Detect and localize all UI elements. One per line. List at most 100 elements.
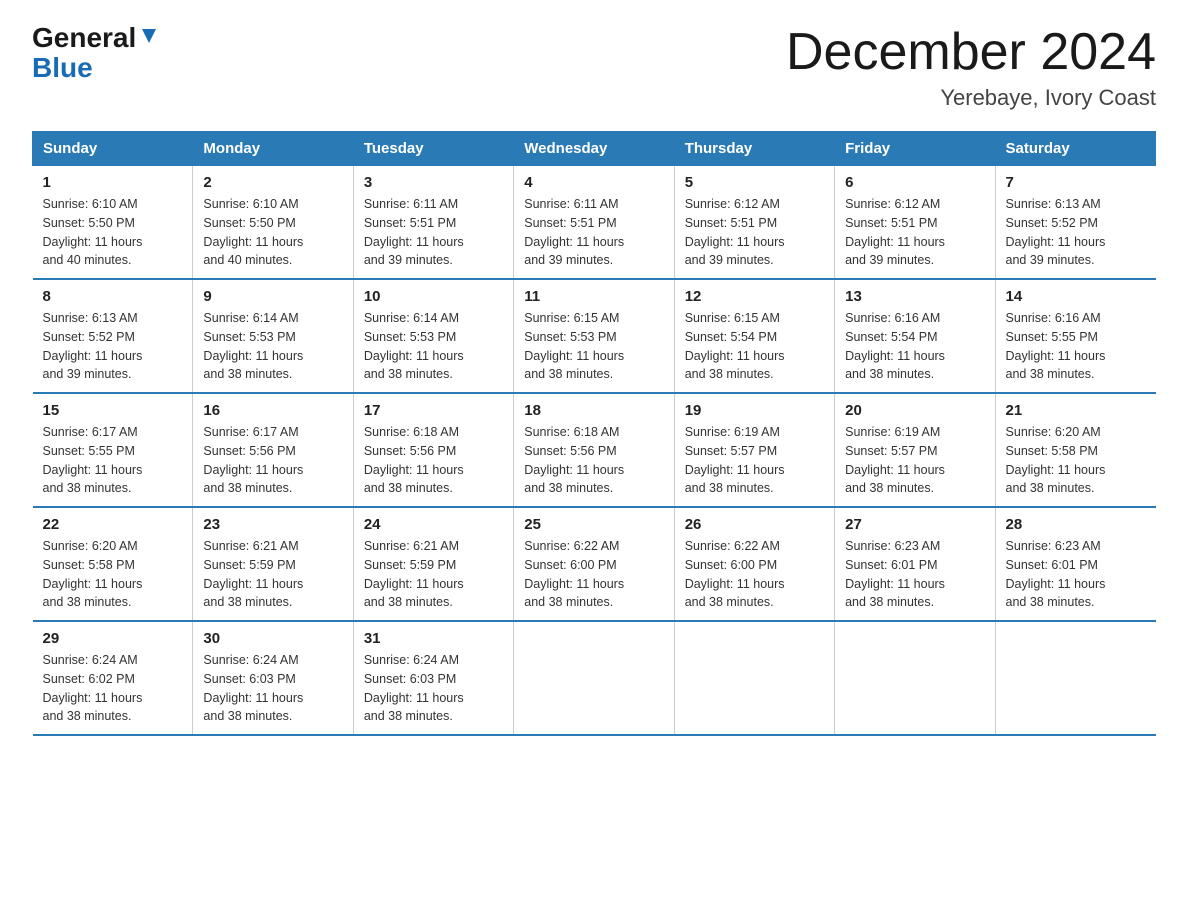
day-number: 22 — [43, 516, 183, 533]
col-thursday: Thursday — [674, 132, 834, 166]
table-row: 14 Sunrise: 6:16 AM Sunset: 5:55 PM Dayl… — [995, 279, 1155, 393]
table-row — [995, 621, 1155, 735]
logo-part1: General — [32, 24, 136, 52]
day-number: 15 — [43, 402, 183, 419]
day-number: 6 — [845, 174, 984, 191]
col-friday: Friday — [835, 132, 995, 166]
day-info: Sunrise: 6:20 AM Sunset: 5:58 PM Dayligh… — [1006, 423, 1146, 498]
title-block: December 2024 Yerebaye, Ivory Coast — [786, 24, 1156, 111]
table-row: 1 Sunrise: 6:10 AM Sunset: 5:50 PM Dayli… — [33, 166, 193, 280]
day-number: 26 — [685, 516, 824, 533]
table-row: 16 Sunrise: 6:17 AM Sunset: 5:56 PM Dayl… — [193, 393, 353, 507]
calendar-header-row: Sunday Monday Tuesday Wednesday Thursday… — [33, 132, 1156, 166]
day-info: Sunrise: 6:21 AM Sunset: 5:59 PM Dayligh… — [203, 537, 342, 612]
day-number: 24 — [364, 516, 503, 533]
day-number: 12 — [685, 288, 824, 305]
calendar-table: Sunday Monday Tuesday Wednesday Thursday… — [32, 131, 1156, 736]
day-info: Sunrise: 6:23 AM Sunset: 6:01 PM Dayligh… — [845, 537, 984, 612]
table-row: 13 Sunrise: 6:16 AM Sunset: 5:54 PM Dayl… — [835, 279, 995, 393]
table-row: 10 Sunrise: 6:14 AM Sunset: 5:53 PM Dayl… — [353, 279, 513, 393]
table-row: 4 Sunrise: 6:11 AM Sunset: 5:51 PM Dayli… — [514, 166, 674, 280]
day-number: 28 — [1006, 516, 1146, 533]
col-monday: Monday — [193, 132, 353, 166]
day-number: 27 — [845, 516, 984, 533]
day-info: Sunrise: 6:22 AM Sunset: 6:00 PM Dayligh… — [685, 537, 824, 612]
day-number: 4 — [524, 174, 663, 191]
day-info: Sunrise: 6:15 AM Sunset: 5:54 PM Dayligh… — [685, 309, 824, 384]
day-info: Sunrise: 6:13 AM Sunset: 5:52 PM Dayligh… — [1006, 195, 1146, 270]
day-info: Sunrise: 6:14 AM Sunset: 5:53 PM Dayligh… — [364, 309, 503, 384]
logo-part2: Blue — [32, 54, 93, 82]
table-row: 2 Sunrise: 6:10 AM Sunset: 5:50 PM Dayli… — [193, 166, 353, 280]
table-row: 15 Sunrise: 6:17 AM Sunset: 5:55 PM Dayl… — [33, 393, 193, 507]
calendar-week-row: 29 Sunrise: 6:24 AM Sunset: 6:02 PM Dayl… — [33, 621, 1156, 735]
table-row: 23 Sunrise: 6:21 AM Sunset: 5:59 PM Dayl… — [193, 507, 353, 621]
day-number: 1 — [43, 174, 183, 191]
table-row: 21 Sunrise: 6:20 AM Sunset: 5:58 PM Dayl… — [995, 393, 1155, 507]
day-info: Sunrise: 6:17 AM Sunset: 5:56 PM Dayligh… — [203, 423, 342, 498]
day-number: 16 — [203, 402, 342, 419]
day-info: Sunrise: 6:19 AM Sunset: 5:57 PM Dayligh… — [685, 423, 824, 498]
day-number: 14 — [1006, 288, 1146, 305]
day-info: Sunrise: 6:24 AM Sunset: 6:02 PM Dayligh… — [43, 651, 183, 726]
calendar-week-row: 1 Sunrise: 6:10 AM Sunset: 5:50 PM Dayli… — [33, 166, 1156, 280]
calendar-title: December 2024 — [786, 24, 1156, 81]
table-row: 29 Sunrise: 6:24 AM Sunset: 6:02 PM Dayl… — [33, 621, 193, 735]
day-number: 13 — [845, 288, 984, 305]
table-row: 8 Sunrise: 6:13 AM Sunset: 5:52 PM Dayli… — [33, 279, 193, 393]
day-number: 10 — [364, 288, 503, 305]
table-row: 20 Sunrise: 6:19 AM Sunset: 5:57 PM Dayl… — [835, 393, 995, 507]
day-number: 7 — [1006, 174, 1146, 191]
table-row: 25 Sunrise: 6:22 AM Sunset: 6:00 PM Dayl… — [514, 507, 674, 621]
calendar-week-row: 22 Sunrise: 6:20 AM Sunset: 5:58 PM Dayl… — [33, 507, 1156, 621]
day-info: Sunrise: 6:13 AM Sunset: 5:52 PM Dayligh… — [43, 309, 183, 384]
day-info: Sunrise: 6:14 AM Sunset: 5:53 PM Dayligh… — [203, 309, 342, 384]
day-info: Sunrise: 6:10 AM Sunset: 5:50 PM Dayligh… — [43, 195, 183, 270]
day-number: 25 — [524, 516, 663, 533]
day-info: Sunrise: 6:23 AM Sunset: 6:01 PM Dayligh… — [1006, 537, 1146, 612]
table-row: 3 Sunrise: 6:11 AM Sunset: 5:51 PM Dayli… — [353, 166, 513, 280]
day-number: 31 — [364, 630, 503, 647]
table-row: 9 Sunrise: 6:14 AM Sunset: 5:53 PM Dayli… — [193, 279, 353, 393]
day-number: 17 — [364, 402, 503, 419]
day-number: 23 — [203, 516, 342, 533]
table-row: 31 Sunrise: 6:24 AM Sunset: 6:03 PM Dayl… — [353, 621, 513, 735]
day-info: Sunrise: 6:16 AM Sunset: 5:54 PM Dayligh… — [845, 309, 984, 384]
day-info: Sunrise: 6:12 AM Sunset: 5:51 PM Dayligh… — [845, 195, 984, 270]
table-row: 24 Sunrise: 6:21 AM Sunset: 5:59 PM Dayl… — [353, 507, 513, 621]
table-row: 18 Sunrise: 6:18 AM Sunset: 5:56 PM Dayl… — [514, 393, 674, 507]
col-wednesday: Wednesday — [514, 132, 674, 166]
day-info: Sunrise: 6:19 AM Sunset: 5:57 PM Dayligh… — [845, 423, 984, 498]
day-number: 5 — [685, 174, 824, 191]
table-row: 19 Sunrise: 6:19 AM Sunset: 5:57 PM Dayl… — [674, 393, 834, 507]
day-number: 19 — [685, 402, 824, 419]
table-row: 17 Sunrise: 6:18 AM Sunset: 5:56 PM Dayl… — [353, 393, 513, 507]
table-row: 7 Sunrise: 6:13 AM Sunset: 5:52 PM Dayli… — [995, 166, 1155, 280]
calendar-subtitle: Yerebaye, Ivory Coast — [786, 85, 1156, 111]
day-info: Sunrise: 6:10 AM Sunset: 5:50 PM Dayligh… — [203, 195, 342, 270]
day-info: Sunrise: 6:16 AM Sunset: 5:55 PM Dayligh… — [1006, 309, 1146, 384]
day-info: Sunrise: 6:11 AM Sunset: 5:51 PM Dayligh… — [364, 195, 503, 270]
col-tuesday: Tuesday — [353, 132, 513, 166]
day-number: 11 — [524, 288, 663, 305]
col-saturday: Saturday — [995, 132, 1155, 166]
day-number: 18 — [524, 402, 663, 419]
day-info: Sunrise: 6:21 AM Sunset: 5:59 PM Dayligh… — [364, 537, 503, 612]
day-number: 2 — [203, 174, 342, 191]
day-number: 29 — [43, 630, 183, 647]
day-number: 20 — [845, 402, 984, 419]
day-info: Sunrise: 6:24 AM Sunset: 6:03 PM Dayligh… — [364, 651, 503, 726]
logo: General Blue — [32, 24, 160, 82]
table-row: 11 Sunrise: 6:15 AM Sunset: 5:53 PM Dayl… — [514, 279, 674, 393]
table-row — [835, 621, 995, 735]
day-number: 21 — [1006, 402, 1146, 419]
table-row: 27 Sunrise: 6:23 AM Sunset: 6:01 PM Dayl… — [835, 507, 995, 621]
day-number: 9 — [203, 288, 342, 305]
day-info: Sunrise: 6:20 AM Sunset: 5:58 PM Dayligh… — [43, 537, 183, 612]
logo-icon — [138, 25, 160, 47]
day-info: Sunrise: 6:18 AM Sunset: 5:56 PM Dayligh… — [524, 423, 663, 498]
table-row: 30 Sunrise: 6:24 AM Sunset: 6:03 PM Dayl… — [193, 621, 353, 735]
day-info: Sunrise: 6:22 AM Sunset: 6:00 PM Dayligh… — [524, 537, 663, 612]
table-row: 28 Sunrise: 6:23 AM Sunset: 6:01 PM Dayl… — [995, 507, 1155, 621]
table-row: 5 Sunrise: 6:12 AM Sunset: 5:51 PM Dayli… — [674, 166, 834, 280]
